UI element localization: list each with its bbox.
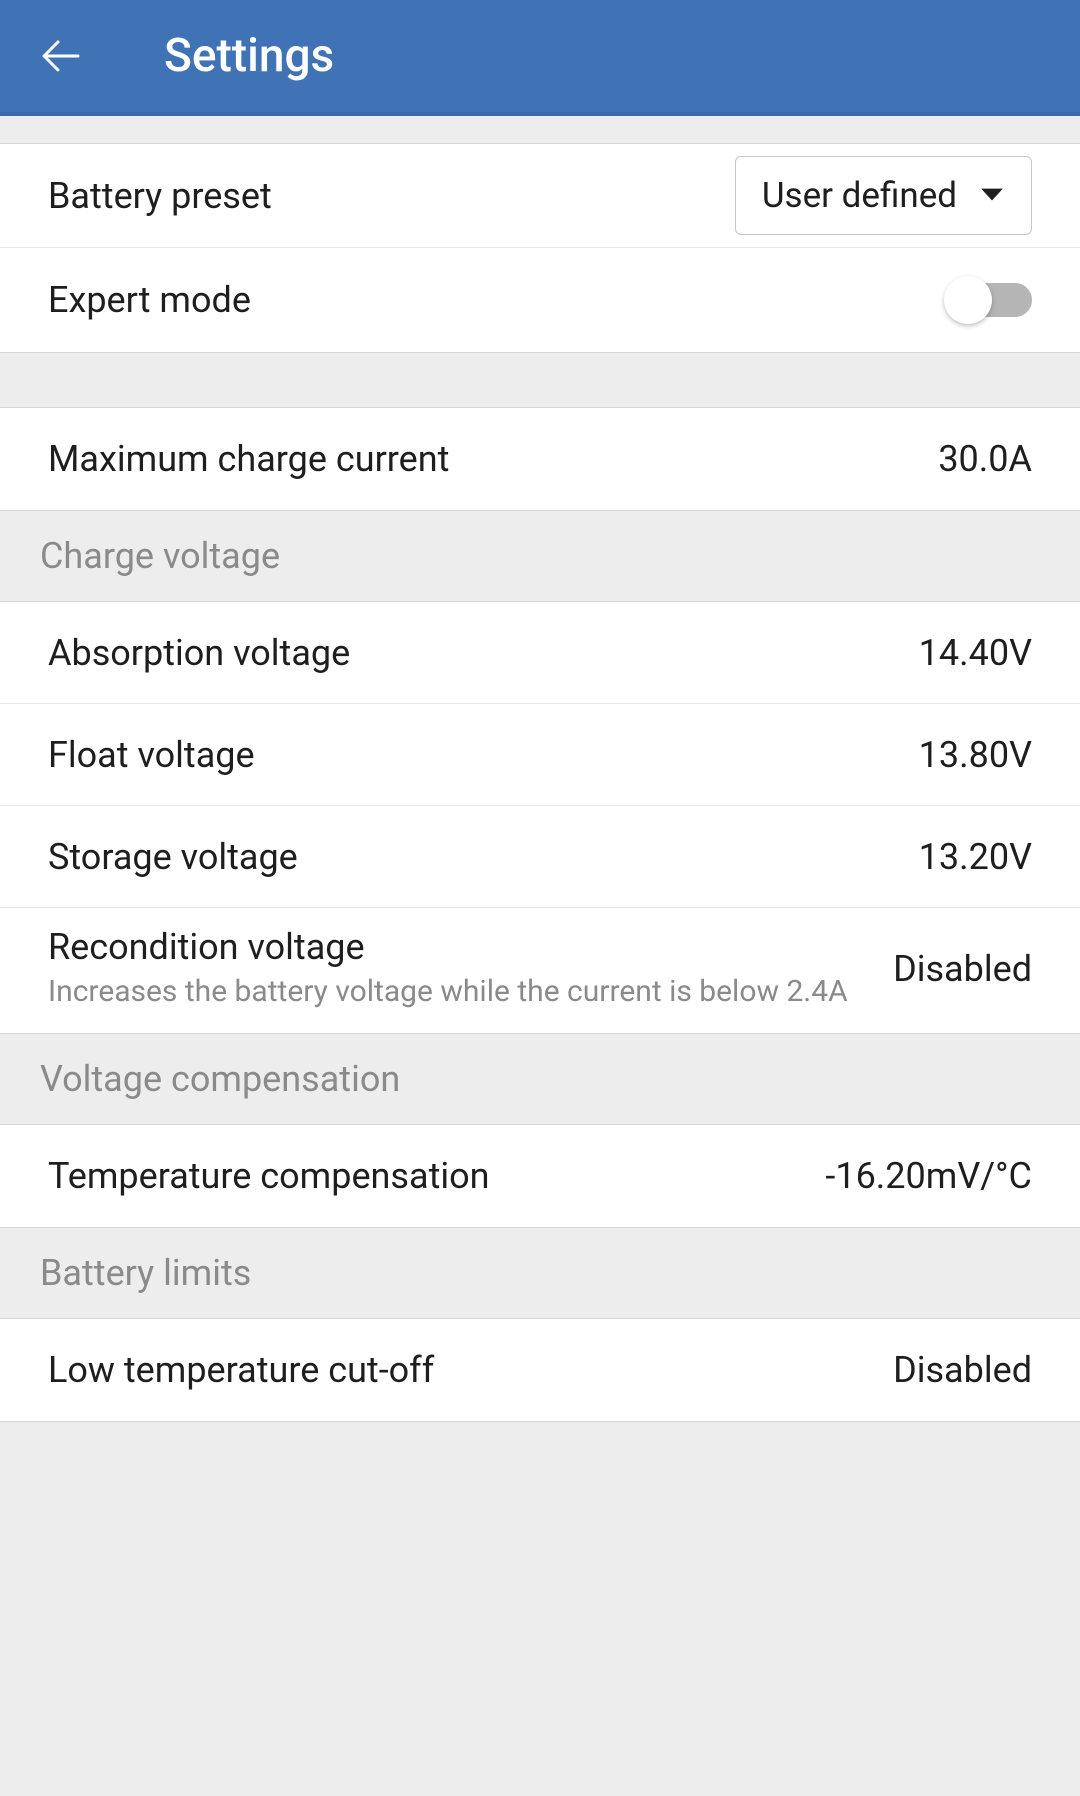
top-spacer xyxy=(0,116,1080,144)
toggle-thumb xyxy=(944,276,992,324)
max-charge-current-row[interactable]: Maximum charge current 30.0A xyxy=(0,408,1080,510)
temperature-compensation-value: -16.20mV/°C xyxy=(825,1155,1032,1197)
app-bar: Settings xyxy=(0,0,1080,116)
charge-voltage-section: Absorption voltage 14.40V Float voltage … xyxy=(0,602,1080,1033)
expert-mode-row[interactable]: Expert mode xyxy=(0,248,1080,352)
recondition-voltage-label: Recondition voltage xyxy=(48,926,863,968)
storage-voltage-row[interactable]: Storage voltage 13.20V xyxy=(0,806,1080,908)
low-temp-cutoff-row[interactable]: Low temperature cut-off Disabled xyxy=(0,1319,1080,1421)
battery-limits-title: Battery limits xyxy=(40,1252,1040,1294)
back-arrow-icon[interactable] xyxy=(38,32,86,80)
chevron-down-icon xyxy=(979,181,1005,211)
settings-content: Battery preset User defined Expert mode … xyxy=(0,116,1080,1455)
voltage-compensation-section: Temperature compensation -16.20mV/°C xyxy=(0,1125,1080,1227)
charge-voltage-header: Charge voltage xyxy=(0,510,1080,602)
float-voltage-label: Float voltage xyxy=(48,734,255,776)
float-voltage-value: 13.80V xyxy=(919,734,1032,776)
expert-mode-toggle[interactable] xyxy=(948,283,1032,317)
absorption-voltage-label: Absorption voltage xyxy=(48,632,350,674)
low-temp-cutoff-value: Disabled xyxy=(893,1349,1032,1391)
voltage-compensation-header: Voltage compensation xyxy=(0,1033,1080,1125)
max-charge-current-value: 30.0A xyxy=(938,438,1032,480)
voltage-compensation-title: Voltage compensation xyxy=(40,1058,1040,1100)
battery-preset-label: Battery preset xyxy=(48,175,272,217)
max-current-section: Maximum charge current 30.0A xyxy=(0,408,1080,510)
low-temp-cutoff-label: Low temperature cut-off xyxy=(48,1349,434,1391)
battery-preset-dropdown[interactable]: User defined xyxy=(735,156,1032,235)
float-voltage-row[interactable]: Float voltage 13.80V xyxy=(0,704,1080,806)
preset-section: Battery preset User defined Expert mode xyxy=(0,144,1080,352)
battery-limits-header: Battery limits xyxy=(0,1227,1080,1319)
section-gap xyxy=(0,352,1080,408)
charge-voltage-title: Charge voltage xyxy=(40,535,1040,577)
battery-limits-section: Low temperature cut-off Disabled xyxy=(0,1319,1080,1421)
absorption-voltage-row[interactable]: Absorption voltage 14.40V xyxy=(0,602,1080,704)
recondition-voltage-row[interactable]: Recondition voltage Increases the batter… xyxy=(0,908,1080,1033)
absorption-voltage-value: 14.40V xyxy=(919,632,1032,674)
temperature-compensation-label: Temperature compensation xyxy=(48,1155,490,1197)
bottom-spacer xyxy=(0,1421,1080,1455)
page-title: Settings xyxy=(164,29,334,83)
battery-preset-value: User defined xyxy=(762,175,957,216)
expert-mode-label: Expert mode xyxy=(48,279,251,321)
max-charge-current-label: Maximum charge current xyxy=(48,438,449,480)
battery-preset-row[interactable]: Battery preset User defined xyxy=(0,144,1080,248)
recondition-voltage-value: Disabled xyxy=(893,948,1032,990)
recondition-voltage-sublabel: Increases the battery voltage while the … xyxy=(48,972,863,1013)
storage-voltage-value: 13.20V xyxy=(919,836,1032,878)
temperature-compensation-row[interactable]: Temperature compensation -16.20mV/°C xyxy=(0,1125,1080,1227)
storage-voltage-label: Storage voltage xyxy=(48,836,298,878)
